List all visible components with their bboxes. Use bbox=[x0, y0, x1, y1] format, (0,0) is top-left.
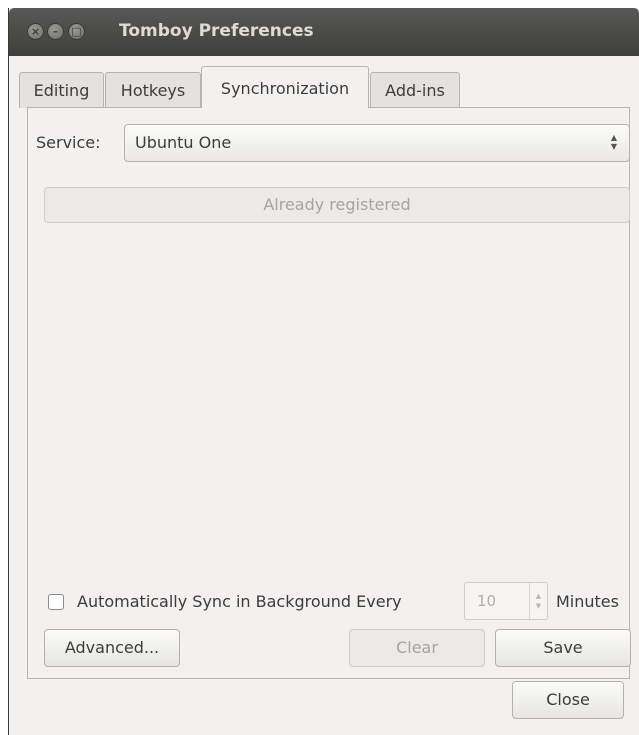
tab-hotkeys[interactable]: Hotkeys bbox=[105, 72, 201, 108]
advanced-button[interactable]: Advanced... bbox=[44, 629, 180, 667]
window-maximize-icon[interactable]: □ bbox=[68, 23, 85, 40]
auto-sync-label: Automatically Sync in Background Every bbox=[77, 592, 402, 611]
close-button[interactable]: Close bbox=[512, 681, 624, 719]
title-bar[interactable]: × – □ Tomboy Preferences bbox=[9, 8, 639, 56]
clear-button[interactable]: Clear bbox=[349, 629, 485, 667]
already-registered-button[interactable]: Already registered bbox=[44, 187, 630, 223]
sync-interval-spinner[interactable]: 10 ▲ ▼ bbox=[464, 582, 548, 620]
sync-interval-value: 10 bbox=[477, 592, 497, 610]
synchronization-panel: Service: Ubuntu One ▲ ▼ Already registere… bbox=[27, 107, 631, 679]
tab-editing[interactable]: Editing bbox=[19, 72, 104, 108]
tab-synchronization[interactable]: Synchronization bbox=[201, 66, 369, 108]
window-minimize-icon[interactable]: – bbox=[47, 23, 64, 40]
service-select[interactable]: Ubuntu One ▲ ▼ bbox=[124, 124, 630, 162]
window-close-icon[interactable]: × bbox=[27, 23, 44, 40]
minutes-label: Minutes bbox=[556, 592, 619, 611]
auto-sync-checkbox[interactable] bbox=[48, 594, 64, 610]
save-button[interactable]: Save bbox=[495, 629, 631, 667]
spinner-arrows-icon[interactable]: ▲ ▼ bbox=[529, 583, 547, 619]
service-select-value: Ubuntu One bbox=[135, 133, 232, 152]
preferences-window: × – □ Tomboy Preferences Editing Hotkeys… bbox=[8, 8, 639, 735]
service-label: Service: bbox=[36, 133, 101, 152]
window-title: Tomboy Preferences bbox=[119, 21, 314, 41]
updown-arrows-icon: ▲ ▼ bbox=[610, 133, 618, 151]
tab-add-ins[interactable]: Add-ins bbox=[370, 72, 460, 108]
